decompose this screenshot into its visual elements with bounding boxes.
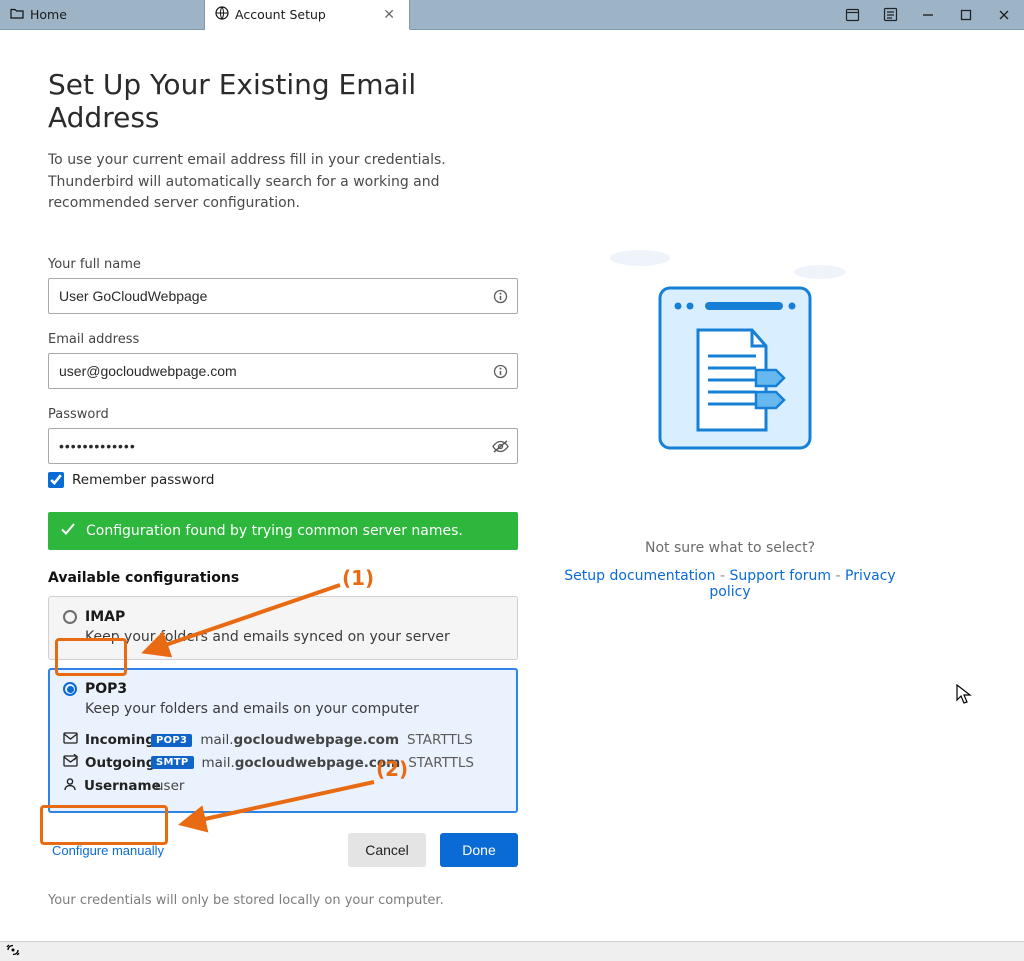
annotation-arrows xyxy=(0,0,1024,961)
activity-icon xyxy=(6,944,20,959)
status-bar xyxy=(0,941,1024,961)
